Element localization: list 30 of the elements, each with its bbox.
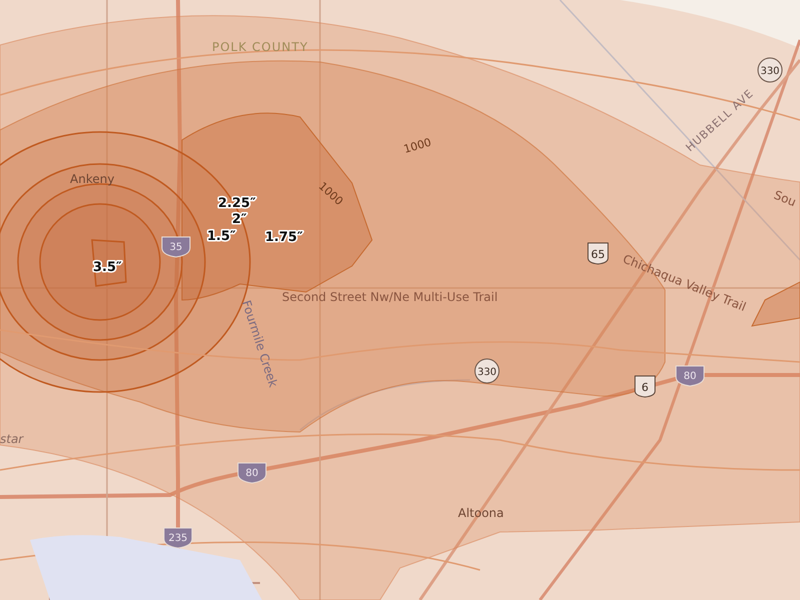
map-label: POLK COUNTY (212, 40, 308, 54)
us-route-shield-icon (588, 242, 608, 264)
map-label: Second Street Nw/Ne Multi-Use Trail (282, 290, 498, 304)
map-label: Ankeny (70, 172, 114, 186)
state-route-shield-icon (474, 358, 500, 384)
snowfall-contour-area (751, 281, 800, 327)
route-number: 35 (170, 242, 182, 253)
state-route-shield-icon (758, 58, 782, 82)
interstate-shield-icon (162, 236, 190, 258)
snowfall-amount-label: 3.5″ (93, 260, 122, 275)
map-label: star (0, 432, 24, 446)
map-label: Sou (772, 188, 798, 210)
route-number: 6 (642, 381, 648, 394)
route-number: 330 (477, 367, 497, 378)
map-label: Altoona (458, 506, 504, 520)
route-number: 80 (246, 468, 258, 479)
snowfall-contour-area (91, 239, 127, 287)
route-number: 80 (684, 371, 696, 382)
route-number: 65 (591, 248, 605, 261)
snowfall-amount-label: 1.5″ (207, 229, 236, 244)
interstate-shield-icon (676, 366, 704, 386)
snowfall-amount-label: 2.25″ (218, 196, 256, 211)
map-label: 1000 (402, 136, 433, 156)
snowfall-amount-label: 2″ (232, 212, 247, 227)
route-number: 235 (168, 533, 188, 544)
us-route-shield-icon (634, 376, 656, 398)
snowfall-amount-label: 1.75″ (265, 230, 303, 245)
interstate-shield-icon (164, 528, 192, 548)
interstate-shield-icon (238, 462, 266, 484)
route-number: 330 (760, 66, 780, 77)
